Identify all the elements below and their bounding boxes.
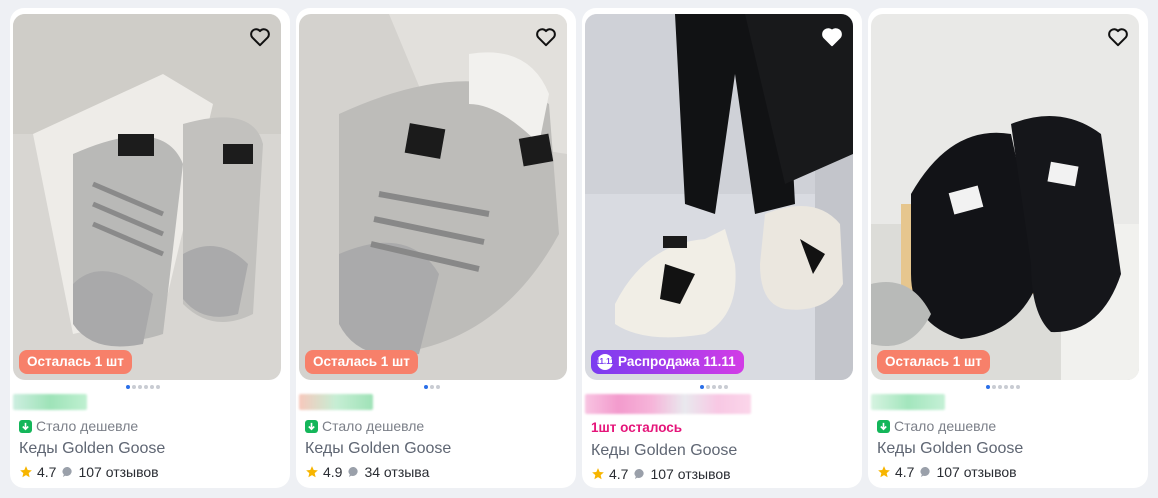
rating-row: 4.9 34 отзыва (305, 464, 429, 480)
photo-pagination[interactable] (126, 385, 160, 389)
arrow-down-icon (305, 419, 318, 433)
heart-icon (536, 28, 556, 47)
price-blurred (13, 394, 87, 410)
pagination-dot[interactable] (718, 385, 722, 389)
product-card[interactable]: Осталась 1 шт Стало дешевле Кеды Golden … (868, 8, 1148, 488)
arrow-down-icon (19, 419, 32, 433)
price-blurred (299, 394, 373, 410)
pagination-dot[interactable] (144, 385, 148, 389)
sale-badge: 11.11 Распродажа 11.11 (591, 350, 744, 374)
product-photo[interactable]: Осталась 1 шт (871, 14, 1139, 380)
heart-icon (1108, 28, 1128, 47)
favorite-button[interactable] (1105, 24, 1131, 50)
stock-badge: Осталась 1 шт (305, 350, 418, 374)
pagination-dot[interactable] (706, 385, 710, 389)
price-blurred (585, 394, 751, 414)
sale-badge-text: Распродажа 11.11 (618, 354, 736, 369)
product-title[interactable]: Кеды Golden Goose (591, 442, 737, 460)
rating-value: 4.7 (609, 466, 629, 482)
reviews-count[interactable]: 107 отзывов (650, 466, 730, 482)
pagination-dot[interactable] (700, 385, 704, 389)
pagination-dot[interactable] (998, 385, 1002, 389)
price-drop-text: Стало дешевле (322, 418, 425, 434)
stock-badge: Осталась 1 шт (19, 350, 132, 374)
photo-pagination[interactable] (700, 385, 728, 389)
product-photo[interactable]: Осталась 1 шт (13, 14, 281, 380)
pagination-dot[interactable] (436, 385, 440, 389)
product-card[interactable]: Осталась 1 шт Стало дешевле Кеды Golden … (296, 8, 576, 488)
rating-value: 4.7 (37, 464, 57, 480)
reviews-count[interactable]: 34 отзыва (364, 464, 429, 480)
rating-value: 4.9 (323, 464, 343, 480)
photo-pagination[interactable] (986, 385, 1020, 389)
silver-sneaker-image (299, 14, 567, 380)
star-icon (306, 466, 318, 478)
pagination-dot[interactable] (712, 385, 716, 389)
product-card[interactable]: 11.11 Распродажа 11.11 1шт осталось Кеды… (582, 8, 862, 488)
pagination-dot[interactable] (156, 385, 160, 389)
silver-sneakers-image (13, 14, 281, 380)
reviews-bubble-icon (348, 466, 359, 477)
pagination-dot[interactable] (424, 385, 428, 389)
arrow-down-icon (877, 419, 890, 433)
pagination-dot[interactable] (992, 385, 996, 389)
black-sneakers-image (871, 14, 1139, 380)
pagination-dot[interactable] (1016, 385, 1020, 389)
product-card[interactable]: Осталась 1 шт Стало дешевле Кеды Golden … (10, 8, 290, 488)
price-drop-label: Стало дешевле (305, 418, 424, 434)
price-drop-text: Стало дешевле (894, 418, 997, 434)
reviews-count[interactable]: 107 отзывов (936, 464, 1016, 480)
pagination-dot[interactable] (1004, 385, 1008, 389)
reviews-bubble-icon (62, 466, 73, 477)
pagination-dot[interactable] (1010, 385, 1014, 389)
product-title[interactable]: Кеды Golden Goose (305, 440, 451, 458)
photo-pagination[interactable] (424, 385, 440, 389)
pagination-dot[interactable] (430, 385, 434, 389)
star-icon (878, 466, 890, 478)
white-sneakers-image (585, 14, 853, 380)
rating-row: 4.7 107 отзывов (591, 466, 731, 482)
price-drop-label: Стало дешевле (19, 418, 138, 434)
favorite-button[interactable] (533, 24, 559, 50)
pagination-dot[interactable] (126, 385, 130, 389)
pagination-dot[interactable] (724, 385, 728, 389)
price-drop-text: Стало дешевле (36, 418, 139, 434)
pagination-dot[interactable] (138, 385, 142, 389)
stock-badge: Осталась 1 шт (877, 350, 990, 374)
favorite-button[interactable] (247, 24, 273, 50)
heart-icon (250, 28, 270, 47)
sale-11-11-icon: 11.11 (595, 354, 615, 370)
rating-row: 4.7 107 отзывов (877, 464, 1017, 480)
reviews-count[interactable]: 107 отзывов (78, 464, 158, 480)
star-icon (592, 468, 604, 480)
product-title[interactable]: Кеды Golden Goose (19, 440, 165, 458)
star-icon (20, 466, 32, 478)
product-title[interactable]: Кеды Golden Goose (877, 440, 1023, 458)
product-photo[interactable]: Осталась 1 шт (299, 14, 567, 380)
reviews-bubble-icon (920, 466, 931, 477)
pagination-dot[interactable] (132, 385, 136, 389)
heart-icon (822, 28, 842, 47)
price-drop-label: Стало дешевле (877, 418, 996, 434)
pagination-dot[interactable] (986, 385, 990, 389)
rating-value: 4.7 (895, 464, 915, 480)
rating-row: 4.7 107 отзывов (19, 464, 159, 480)
product-photo[interactable]: 11.11 Распродажа 11.11 (585, 14, 853, 380)
favorite-button[interactable] (819, 24, 845, 50)
reviews-bubble-icon (634, 468, 645, 479)
low-stock-label: 1шт осталось (591, 420, 683, 435)
pagination-dot[interactable] (150, 385, 154, 389)
price-blurred (871, 394, 945, 410)
